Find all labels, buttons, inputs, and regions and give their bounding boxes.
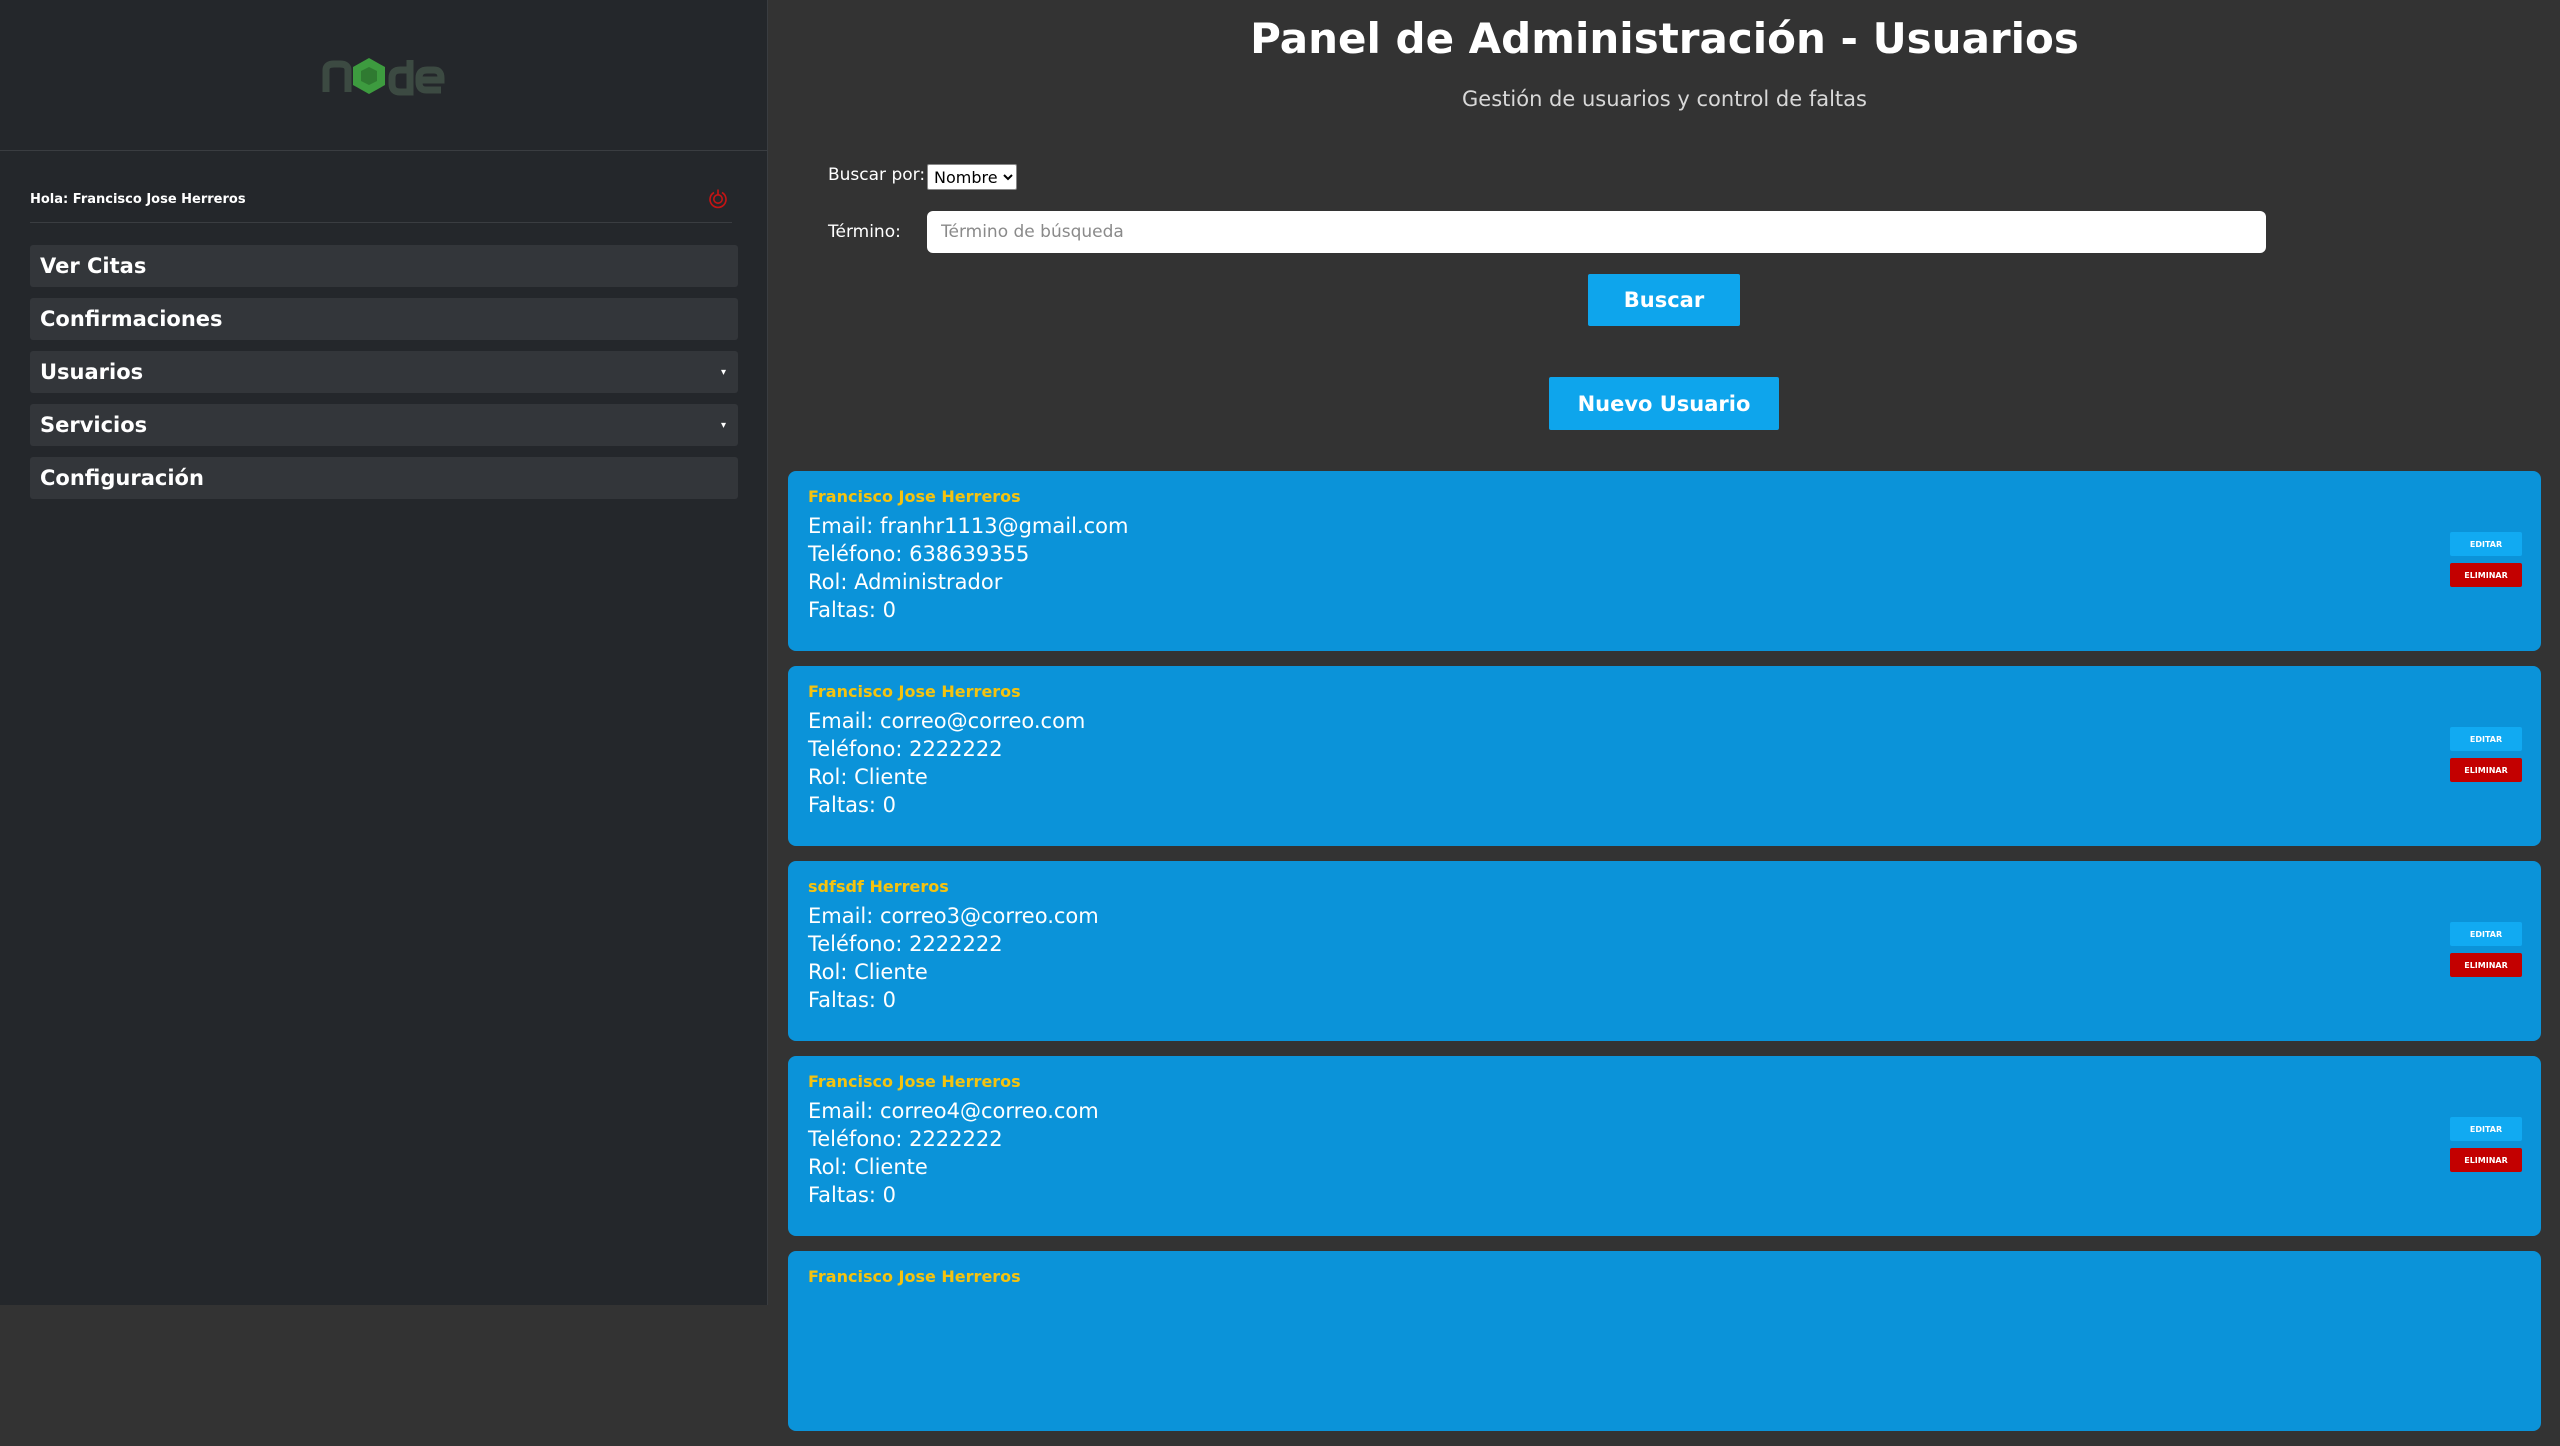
user-role: Rol: Cliente — [808, 765, 928, 789]
user-role: Rol: Administrador — [808, 570, 1003, 594]
user-absences: Faltas: 0 — [808, 988, 897, 1012]
greeting-row: Hola: Francisco Jose Herreros — [30, 176, 732, 223]
sidebar-item-label: Servicios — [40, 413, 148, 437]
main-content: Panel de Administración - Usuarios Gesti… — [769, 0, 2560, 1431]
search-button[interactable]: Buscar — [1588, 274, 1740, 326]
new-user-button[interactable]: Nuevo Usuario — [1549, 377, 1779, 430]
search-by-select[interactable]: Nombre — [927, 164, 1017, 190]
card-actions: EDITAR ELIMINAR — [2450, 532, 2522, 587]
user-list: Francisco Jose Herreros Email: franhr111… — [788, 471, 2541, 1446]
user-email: Email: correo4@correo.com — [808, 1099, 1099, 1123]
user-absences: Faltas: 0 — [808, 1183, 897, 1207]
sidebar-item-configuracion[interactable]: Configuración — [30, 457, 738, 499]
sidebar-item-servicios[interactable]: Servicios ▾ — [30, 404, 738, 446]
card-actions: EDITAR ELIMINAR — [2450, 727, 2522, 782]
user-email: Email: correo@correo.com — [808, 709, 1086, 733]
edit-button[interactable]: EDITAR — [2450, 532, 2522, 556]
user-card: Francisco Jose Herreros — [788, 1251, 2541, 1431]
user-card: Francisco Jose Herreros Email: correo@co… — [788, 666, 2541, 846]
search-by-label: Buscar por: — [828, 165, 926, 185]
user-phone: Teléfono: 2222222 — [808, 1127, 1003, 1151]
user-absences: Faltas: 0 — [808, 598, 897, 622]
sidebar-item-label: Confirmaciones — [40, 307, 223, 331]
sidebar-item-label: Configuración — [40, 466, 204, 490]
user-email: Email: correo3@correo.com — [808, 904, 1099, 928]
greeting-text: Hola: Francisco Jose Herreros — [30, 191, 246, 207]
node-logo[interactable] — [322, 52, 446, 98]
user-role: Rol: Cliente — [808, 1155, 928, 1179]
delete-button[interactable]: ELIMINAR — [2450, 758, 2522, 782]
user-name: sdfsdf Herreros — [808, 877, 949, 896]
user-name: Francisco Jose Herreros — [808, 487, 1021, 506]
edit-button[interactable]: EDITAR — [2450, 1117, 2522, 1141]
page-subtitle: Gestión de usuarios y control de faltas — [1462, 87, 1867, 111]
sidebar-item-label: Usuarios — [40, 360, 144, 384]
sidebar-item-usuarios[interactable]: Usuarios ▾ — [30, 351, 738, 393]
card-actions: EDITAR ELIMINAR — [2450, 922, 2522, 977]
user-card: sdfsdf Herreros Email: correo3@correo.co… — [788, 861, 2541, 1041]
logo-area — [0, 0, 767, 151]
delete-button[interactable]: ELIMINAR — [2450, 953, 2522, 977]
search-input[interactable] — [927, 211, 2266, 253]
user-name: Francisco Jose Herreros — [808, 1072, 1021, 1091]
user-name: Francisco Jose Herreros — [808, 1267, 1021, 1286]
term-label: Término: — [828, 222, 901, 242]
user-absences: Faltas: 0 — [808, 793, 897, 817]
sidebar: Hola: Francisco Jose Herreros Ver Citas … — [0, 0, 768, 1305]
sidebar-item-confirmaciones[interactable]: Confirmaciones — [30, 298, 738, 340]
user-name: Francisco Jose Herreros — [808, 682, 1021, 701]
user-card: Francisco Jose Herreros Email: correo4@c… — [788, 1056, 2541, 1236]
sidebar-item-label: Ver Citas — [40, 254, 147, 278]
edit-button[interactable]: EDITAR — [2450, 922, 2522, 946]
delete-button[interactable]: ELIMINAR — [2450, 563, 2522, 587]
page-title: Panel de Administración - Usuarios — [1250, 14, 2079, 63]
user-phone: Teléfono: 638639355 — [808, 542, 1030, 566]
user-phone: Teléfono: 2222222 — [808, 737, 1003, 761]
card-actions: EDITAR ELIMINAR — [2450, 1117, 2522, 1172]
power-icon[interactable] — [706, 187, 730, 211]
caret-down-icon: ▾ — [720, 419, 726, 431]
sidebar-item-ver-citas[interactable]: Ver Citas — [30, 245, 738, 287]
user-card: Francisco Jose Herreros Email: franhr111… — [788, 471, 2541, 651]
user-email: Email: franhr1113@gmail.com — [808, 514, 1129, 538]
delete-button[interactable]: ELIMINAR — [2450, 1148, 2522, 1172]
sidebar-nav: Ver Citas Confirmaciones Usuarios ▾ Serv… — [30, 245, 738, 510]
user-phone: Teléfono: 2222222 — [808, 932, 1003, 956]
caret-down-icon: ▾ — [720, 366, 726, 378]
user-role: Rol: Cliente — [808, 960, 928, 984]
edit-button[interactable]: EDITAR — [2450, 727, 2522, 751]
